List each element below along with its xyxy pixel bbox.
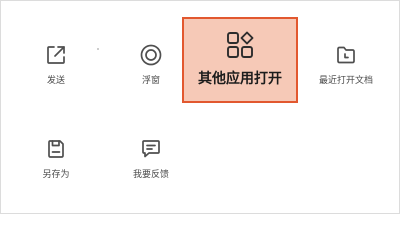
send-menu-item[interactable]: 发送 [23,39,89,99]
save-as-icon [48,140,64,158]
open-with-other-app-label: 其他应用打开 [198,71,282,87]
recent-documents-label: 最近打开文档 [318,76,373,86]
save-as-menu-item[interactable]: 另存为 [23,133,89,193]
feedback-icon [142,140,160,158]
feedback-menu-item[interactable]: 我要反馈 [118,133,184,193]
floating-window-icon [140,44,162,66]
apps-icon [227,31,254,58]
stray-dot [97,48,99,50]
recent-documents-menu-item[interactable]: 最近打开文档 [313,39,379,99]
floating-window-label: 浮窗 [141,76,160,86]
floating-window-menu-item[interactable]: 浮窗 [118,39,184,99]
share-icon [47,46,65,64]
save-as-label: 另存为 [42,170,70,180]
share-menu-sheet: 发送 浮窗 其他应用打开 最近打开文档 另存为 我要反馈 [0,0,400,214]
recent-document-icon [337,46,355,64]
feedback-label: 我要反馈 [132,170,169,180]
send-label: 发送 [46,76,65,86]
open-with-other-app-menu-item[interactable]: 其他应用打开 [182,17,298,103]
